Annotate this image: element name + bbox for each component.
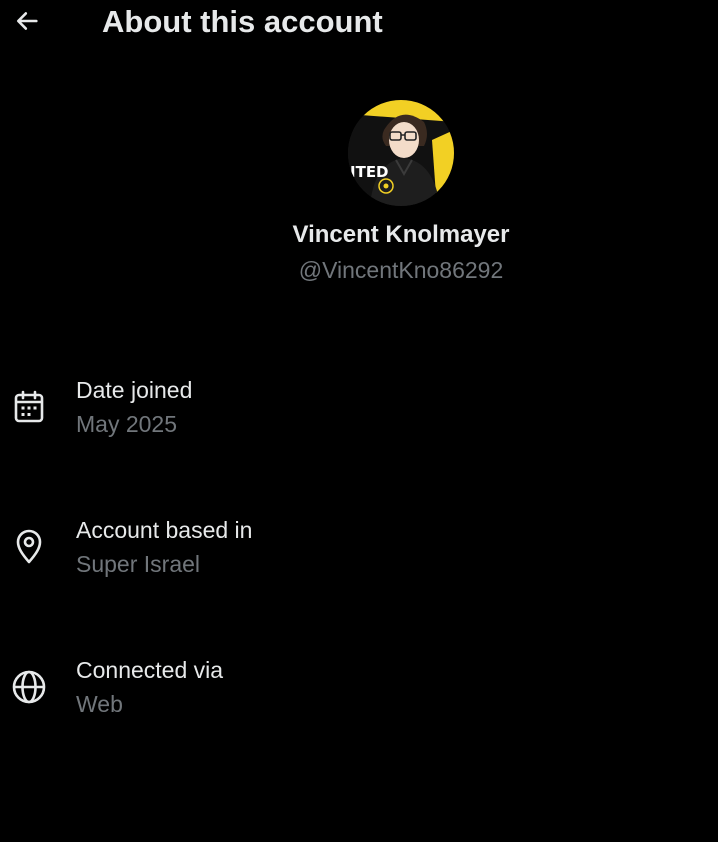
- globe-icon: [10, 668, 48, 706]
- detail-label: Account based in: [76, 517, 253, 543]
- detail-label: Date joined: [76, 377, 193, 403]
- about-account-page: About this account ITED Vincent Knolmaye…: [0, 0, 718, 842]
- profile-handle: @VincentKno86292: [298, 257, 504, 283]
- back-button[interactable]: [8, 2, 46, 40]
- arrow-left-icon: [16, 12, 38, 30]
- avatar[interactable]: ITED: [348, 100, 454, 206]
- detail-account-based-in: Account based in Super Israel: [0, 515, 718, 595]
- avatar-image: ITED: [348, 100, 454, 206]
- page-title: About this account: [102, 4, 383, 39]
- detail-value: May 2025: [76, 411, 178, 437]
- location-pin-icon: [10, 528, 48, 566]
- avatar-banner-text: ITED: [350, 163, 389, 181]
- profile-name: Vincent Knolmayer: [292, 221, 510, 248]
- detail-date-joined: Date joined May 2025: [0, 375, 718, 455]
- calendar-icon: [10, 388, 48, 426]
- detail-label: Connected via: [76, 657, 224, 683]
- detail-value: Web: [76, 691, 123, 717]
- detail-value: Super Israel: [76, 551, 201, 577]
- detail-connected-via: Connected via Web: [0, 655, 718, 735]
